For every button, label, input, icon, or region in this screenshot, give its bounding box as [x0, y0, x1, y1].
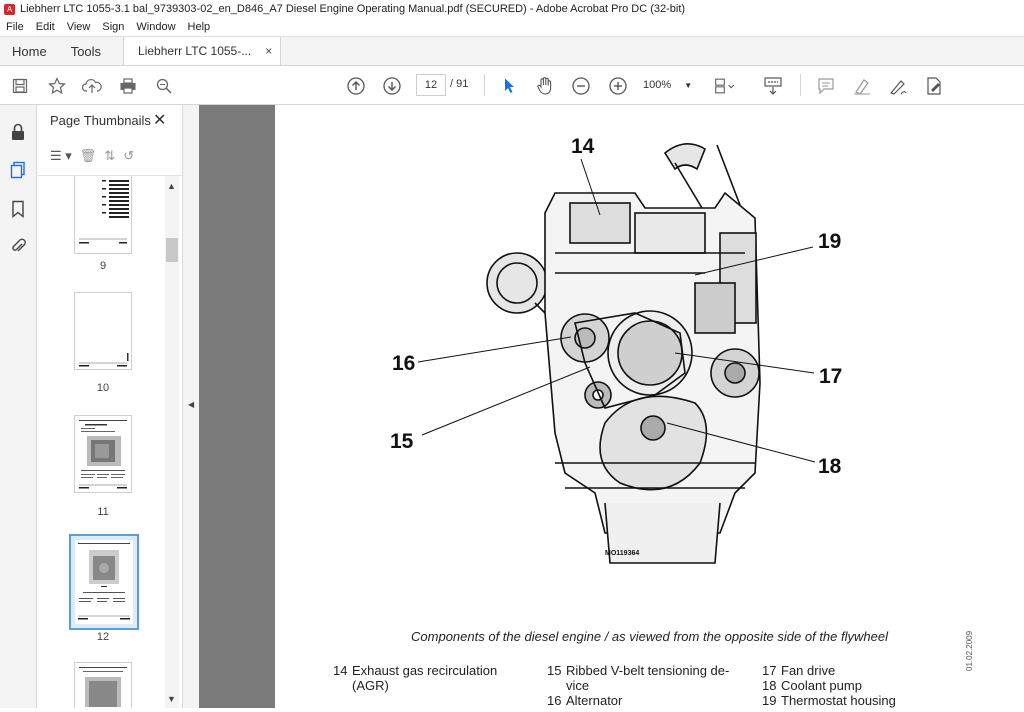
- zoom-select[interactable]: 100% ▼: [643, 74, 699, 96]
- legend-number: 14: [333, 663, 348, 678]
- tab-close-icon[interactable]: ×: [265, 44, 272, 58]
- legend-number: 19: [762, 693, 777, 708]
- panel-collapse-handle[interactable]: ◀: [182, 105, 199, 708]
- figure-caption: Components of the diesel engine / as vie…: [411, 629, 888, 644]
- legend-number: 17: [762, 663, 777, 678]
- revision-date-stamp: 01.02.2009: [965, 630, 974, 671]
- highlight-icon[interactable]: [850, 74, 874, 98]
- print-icon[interactable]: [116, 74, 140, 98]
- chevron-down-icon: ▼: [684, 81, 693, 90]
- page-thumbnail-label: 9: [99, 260, 107, 272]
- page-thumbnail-label: 12: [96, 631, 110, 643]
- menu-bar: File Edit View Sign Window Help: [0, 18, 1024, 36]
- legend-number: 16: [547, 693, 562, 708]
- tab-bar: Home Tools Liebherr LTC 1055-... ×: [0, 36, 1024, 66]
- page-number-input[interactable]: 12: [416, 74, 446, 96]
- legend-item-14: 14 Exhaust gas recirculation (AGR): [333, 663, 523, 693]
- page-thumbnail-9[interactable]: [74, 176, 132, 254]
- legend-text-cont: (AGR): [352, 678, 389, 693]
- thumbnails-panel-title: Page Thumbnails: [50, 113, 151, 128]
- extract-page-icon[interactable]: ⇅: [104, 148, 115, 164]
- collapse-arrow-icon: ◀: [188, 400, 195, 409]
- legend-text: Ribbed V-belt tensioning de-: [566, 663, 730, 678]
- zoom-out-icon[interactable]: [569, 74, 593, 98]
- bookmark-icon[interactable]: [7, 198, 29, 220]
- legend-item-16: 16 Alternator: [547, 693, 747, 708]
- page-layout-icon[interactable]: [714, 74, 738, 98]
- tab-document-label: Liebherr LTC 1055-...: [138, 44, 252, 58]
- page-thumbnail-11[interactable]: [74, 415, 132, 493]
- left-rail: [0, 105, 37, 708]
- page-thumbnail-label: 11: [97, 506, 109, 518]
- page-count: / 91: [450, 78, 469, 90]
- toolbar-divider: [800, 74, 801, 96]
- delete-page-icon[interactable]: 🗑: [80, 148, 97, 164]
- legend-item-18: 18 Coolant pump: [762, 678, 962, 693]
- find-icon[interactable]: [152, 74, 176, 98]
- thumbnail-tools: ☰ ▾ 🗑 ⇅ ↺: [50, 145, 175, 167]
- legend-text: Coolant pump: [781, 678, 862, 693]
- menu-window[interactable]: Window: [130, 21, 181, 33]
- legend-text: Alternator: [566, 693, 623, 708]
- menu-sign[interactable]: Sign: [96, 21, 130, 33]
- menu-help[interactable]: Help: [182, 21, 217, 33]
- page-thumbnail-10[interactable]: [74, 292, 132, 370]
- lock-icon[interactable]: [7, 121, 29, 143]
- menu-view[interactable]: View: [61, 21, 97, 33]
- legend-text: Exhaust gas recirculation: [352, 663, 498, 678]
- page-thumbnail-12[interactable]: [69, 534, 139, 630]
- page-thumbnail-label: 10: [96, 382, 110, 394]
- tab-home[interactable]: Home: [0, 37, 59, 65]
- attachment-icon[interactable]: [7, 235, 29, 257]
- legend-item-15: 15 Ribbed V-belt tensioning de- vice: [547, 663, 747, 693]
- options-menu-icon[interactable]: ☰ ▾: [50, 148, 72, 164]
- bookmark-star-icon[interactable]: [45, 74, 69, 98]
- callout-19: 19: [818, 230, 842, 253]
- scroll-down-icon[interactable]: ▼: [167, 694, 176, 704]
- comment-icon[interactable]: [814, 74, 838, 98]
- pdf-page: MO119364 14 19 16 17 15 18 Components of…: [275, 105, 1024, 708]
- title-bar: A Liebherr LTC 1055-3.1 bal_9739303-02_e…: [0, 0, 1024, 18]
- callout-18: 18: [818, 455, 842, 478]
- callout-14: 14: [571, 135, 595, 158]
- close-panel-icon[interactable]: ✕: [153, 110, 166, 130]
- page-up-icon[interactable]: [344, 74, 368, 98]
- page-thumbnail-13[interactable]: [74, 662, 132, 708]
- edit-pdf-icon[interactable]: [922, 74, 946, 98]
- tab-tools[interactable]: Tools: [59, 37, 113, 65]
- legend-text: Thermostat housing: [781, 693, 896, 708]
- callout-15: 15: [390, 430, 414, 453]
- select-pointer-icon[interactable]: [497, 74, 521, 98]
- scroll-up-icon[interactable]: ▲: [167, 181, 176, 191]
- legend-number: 18: [762, 678, 777, 693]
- rotate-page-icon[interactable]: ↺: [123, 148, 134, 164]
- thumbnails-scroll-thumb[interactable]: [166, 238, 178, 262]
- page-down-icon[interactable]: [380, 74, 404, 98]
- legend-number: 15: [547, 663, 562, 678]
- menu-file[interactable]: File: [0, 21, 30, 33]
- zoom-value: 100%: [643, 79, 672, 91]
- window-title: Liebherr LTC 1055-3.1 bal_9739303-02_en_…: [20, 3, 686, 15]
- zoom-in-icon[interactable]: [606, 74, 630, 98]
- callout-leaders: [417, 158, 816, 463]
- toolbar-divider: [484, 74, 485, 96]
- page-thumbnails-icon[interactable]: [7, 159, 29, 181]
- acrobat-logo-icon: A: [4, 3, 15, 15]
- legend-text-cont: vice: [566, 678, 590, 693]
- upload-cloud-icon[interactable]: [80, 74, 104, 98]
- callout-16: 16: [392, 352, 416, 375]
- hand-icon[interactable]: [533, 74, 557, 98]
- legend-text: Fan drive: [781, 663, 836, 678]
- read-mode-icon[interactable]: [761, 74, 785, 98]
- legend-item-19: 19 Thermostat housing: [762, 693, 962, 708]
- save-icon[interactable]: [8, 74, 32, 98]
- callout-17: 17: [819, 365, 843, 388]
- menu-edit[interactable]: Edit: [30, 21, 61, 33]
- sign-icon[interactable]: [886, 74, 910, 98]
- document-canvas[interactable]: MO119364 14 19 16 17 15 18 Components of…: [199, 105, 1024, 708]
- tab-document[interactable]: Liebherr LTC 1055-... ×: [123, 37, 282, 65]
- legend-item-17: 17 Fan drive: [762, 663, 962, 678]
